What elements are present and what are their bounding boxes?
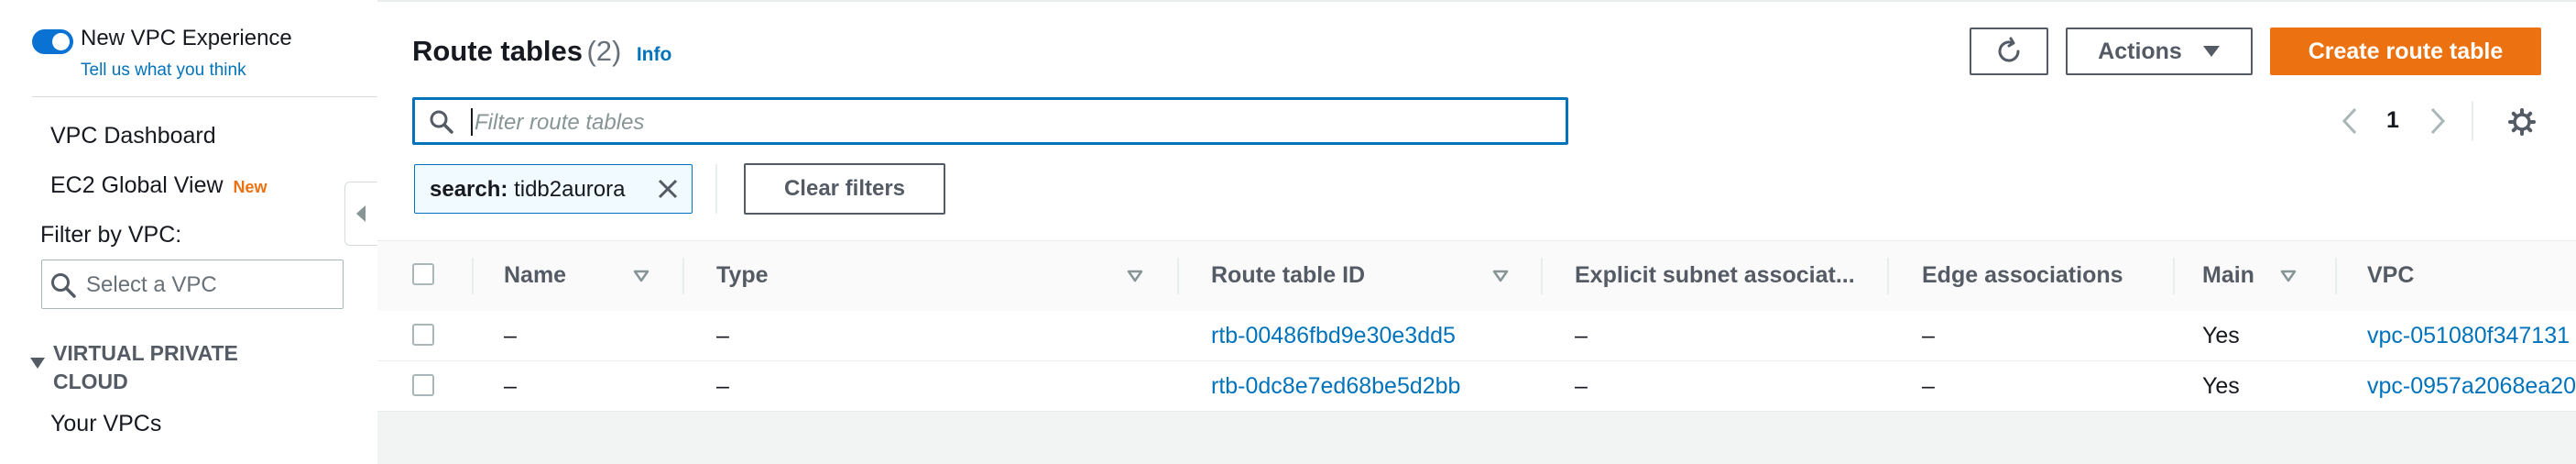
- pagination-divider: [2472, 101, 2473, 141]
- feedback-link[interactable]: Tell us what you think: [81, 61, 246, 81]
- token-divider: [715, 164, 717, 214]
- new-badge: New: [233, 178, 267, 196]
- filter-by-vpc-label: Filter by VPC:: [40, 222, 182, 248]
- caret-down-icon: [2202, 46, 2220, 57]
- column-header-vpc[interactable]: VPC: [2367, 262, 2414, 289]
- sidebar-item-your-vpcs[interactable]: Your VPCs: [50, 411, 161, 437]
- search-icon: [430, 110, 453, 134]
- cell-main: Yes: [2202, 373, 2240, 399]
- section-title-virtual-private-cloud[interactable]: VIRTUAL PRIVATE CLOUD: [53, 339, 238, 396]
- sidebar-item-label: EC2 Global View: [50, 172, 224, 198]
- cell-type: –: [716, 373, 729, 399]
- table-row[interactable]: – – rtb-0dc8e7ed68be5d2bb – – Yes vpc-09…: [377, 361, 2576, 412]
- cell-type: –: [716, 323, 729, 348]
- cell-name: –: [504, 323, 517, 348]
- row-checkbox[interactable]: [412, 324, 434, 346]
- column-divider: [1541, 258, 1543, 294]
- sidebar-divider: [32, 96, 377, 97]
- gear-icon[interactable]: [2508, 108, 2536, 136]
- token-value: tidb2aurora: [514, 177, 626, 202]
- sidebar-item-vpc-dashboard[interactable]: VPC Dashboard: [50, 123, 216, 149]
- vpc-id-link[interactable]: vpc-051080f347131: [2367, 323, 2570, 349]
- sidebar-item-ec2-global-view[interactable]: EC2 Global View New: [50, 172, 267, 199]
- filter-route-tables-input[interactable]: Filter route tables: [412, 97, 1568, 145]
- cell-explicit-subnet: –: [1575, 323, 1588, 348]
- sort-icon[interactable]: [633, 270, 649, 282]
- cell-name: –: [504, 373, 517, 399]
- sort-icon[interactable]: [1492, 270, 1509, 282]
- token-key: search:: [430, 177, 508, 202]
- title-text: Route tables: [412, 35, 584, 67]
- column-header-edge-associations[interactable]: Edge associations: [1922, 262, 2123, 289]
- search-placeholder: Filter route tables: [475, 110, 645, 135]
- close-icon[interactable]: [657, 178, 679, 200]
- chevron-left-icon: [356, 205, 366, 222]
- vpc-id-link[interactable]: vpc-0957a2068ea20: [2367, 373, 2576, 400]
- sidebar: New VPC Experience Tell us what you thin…: [0, 0, 377, 464]
- table-row[interactable]: – – rtb-00486fbd9e30e3dd5 – – Yes vpc-05…: [377, 311, 2576, 361]
- table-header: Name Type Route table ID Explicit subnet…: [377, 240, 2576, 312]
- refresh-button[interactable]: [1970, 28, 2048, 75]
- create-route-table-button[interactable]: Create route table: [2270, 28, 2541, 75]
- page-title: Route tables (2) Info: [412, 35, 671, 68]
- row-checkbox[interactable]: [412, 374, 434, 396]
- column-divider: [2335, 258, 2337, 294]
- cell-edge-associations: –: [1922, 323, 1935, 348]
- info-link[interactable]: Info: [637, 44, 671, 65]
- token-text: search: tidb2aurora: [430, 177, 625, 203]
- sort-icon[interactable]: [2280, 270, 2297, 282]
- current-page-number[interactable]: 1: [2386, 107, 2399, 134]
- actions-dropdown-button[interactable]: Actions: [2066, 28, 2253, 75]
- cell-main: Yes: [2202, 323, 2240, 348]
- text-cursor: [471, 108, 473, 136]
- title-count: (2): [586, 35, 622, 67]
- cell-edge-associations: –: [1922, 373, 1935, 399]
- new-vpc-experience-toggle[interactable]: [32, 29, 73, 54]
- route-tables-panel: Route tables (2) Info Actions Create rou…: [377, 0, 2576, 412]
- sort-icon[interactable]: [1127, 270, 1143, 282]
- column-header-name[interactable]: Name: [504, 262, 566, 289]
- cell-explicit-subnet: –: [1575, 373, 1588, 399]
- column-header-route-table-id[interactable]: Route table ID: [1211, 262, 1365, 289]
- section-title-line: VIRTUAL PRIVATE: [53, 341, 238, 365]
- column-header-main[interactable]: Main: [2202, 262, 2254, 289]
- column-divider: [472, 258, 474, 294]
- search-filter-token: search: tidb2aurora: [414, 164, 693, 214]
- column-divider: [2173, 258, 2175, 294]
- previous-page-icon[interactable]: [2341, 107, 2358, 135]
- collapse-sidebar-button[interactable]: [344, 182, 377, 246]
- section-title-line: CLOUD: [53, 370, 128, 393]
- column-divider: [1887, 258, 1889, 294]
- vpc-select-placeholder: Select a VPC: [86, 272, 217, 297]
- search-icon: [51, 273, 76, 298]
- route-table-id-link[interactable]: rtb-0dc8e7ed68be5d2bb: [1211, 373, 1460, 400]
- column-header-explicit-subnet[interactable]: Explicit subnet associat...: [1575, 262, 1855, 289]
- new-vpc-experience-label: New VPC Experience: [81, 26, 292, 50]
- route-table-id-link[interactable]: rtb-00486fbd9e30e3dd5: [1211, 323, 1456, 349]
- column-header-type[interactable]: Type: [716, 262, 769, 289]
- vpc-select[interactable]: Select a VPC: [41, 260, 344, 309]
- refresh-icon: [1998, 37, 2020, 62]
- next-page-icon[interactable]: [2429, 107, 2446, 135]
- caret-down-icon[interactable]: [29, 356, 46, 370]
- actions-label: Actions: [2098, 38, 2182, 64]
- select-all-checkbox[interactable]: [412, 263, 434, 285]
- column-divider: [682, 258, 684, 294]
- column-divider: [1177, 258, 1179, 294]
- clear-filters-button[interactable]: Clear filters: [744, 163, 945, 215]
